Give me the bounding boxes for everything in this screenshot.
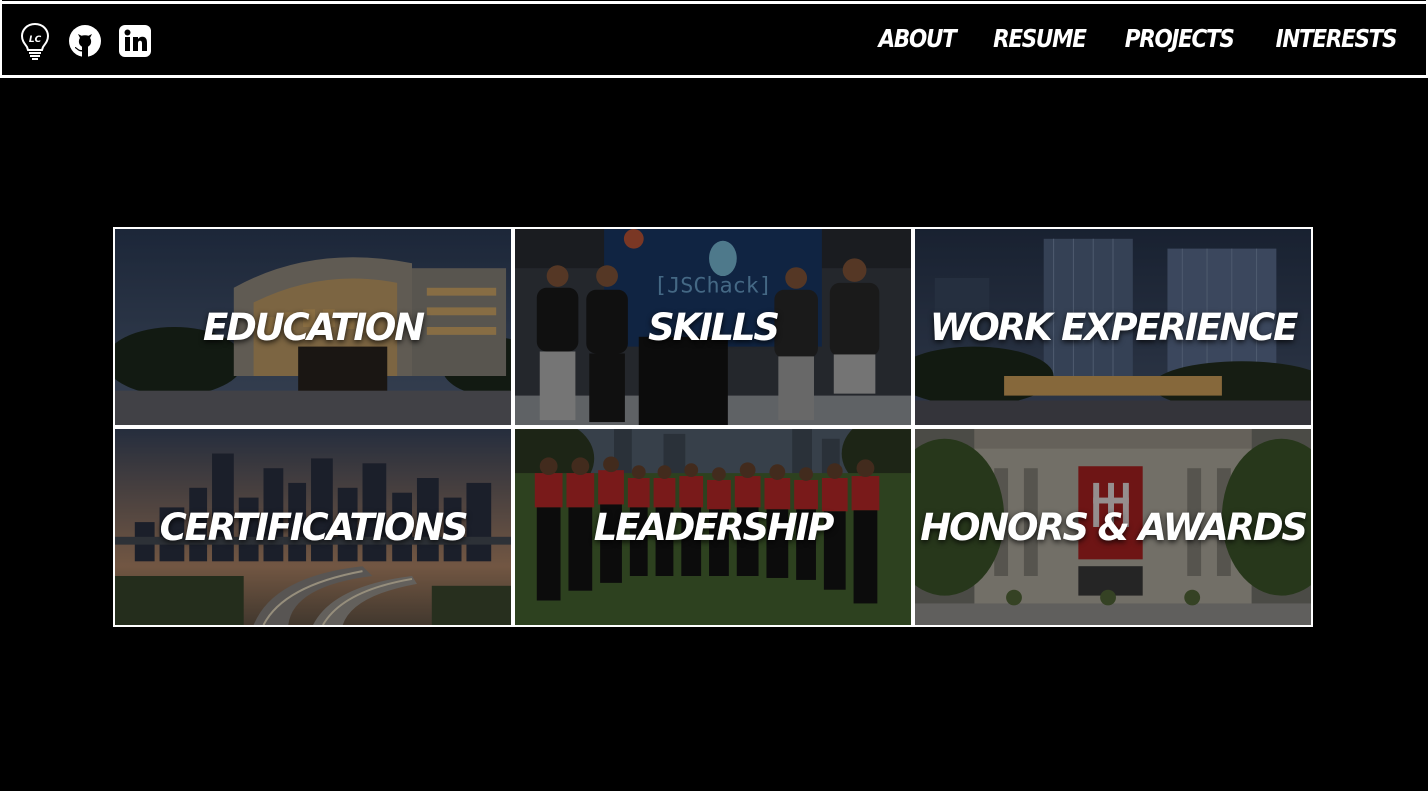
nav-resume-link[interactable]: RESUME — [993, 24, 1087, 53]
certifications-tile[interactable]: CERTIFICATIONS — [113, 427, 513, 627]
logo-initials: LC — [29, 35, 42, 45]
github-icon[interactable] — [67, 23, 103, 59]
nav-about-link[interactable]: ABOUT — [879, 24, 957, 53]
header: LC ABOUT RESUME PROJECTS INTERESTS — [0, 4, 1428, 75]
section-grid: EDUCATION [JSChack] SKILLS WORK EXPERIEN… — [113, 227, 1313, 627]
nav-projects-link[interactable]: PROJECTS — [1125, 24, 1235, 53]
skills-label: SKILLS — [648, 305, 780, 349]
work-experience-tile[interactable]: WORK EXPERIENCE — [913, 227, 1313, 427]
lc-lightbulb-logo-icon[interactable]: LC — [18, 21, 52, 61]
honors-awards-tile[interactable]: HONORS & AWARDS — [913, 427, 1313, 627]
education-tile[interactable]: EDUCATION — [113, 227, 513, 427]
main-nav: ABOUT RESUME PROJECTS INTERESTS — [844, 24, 1398, 53]
certifications-label: CERTIFICATIONS — [159, 505, 469, 549]
page: LC ABOUT RESUME PROJECTS INTERESTS EDUCA… — [0, 0, 1428, 791]
education-label: EDUCATION — [203, 305, 425, 349]
leadership-tile[interactable]: LEADERSHIP — [513, 427, 913, 627]
nav-interests-link[interactable]: INTERESTS — [1275, 24, 1397, 53]
work-experience-label: WORK EXPERIENCE — [929, 305, 1299, 349]
header-bottom-border — [0, 75, 1428, 78]
linkedin-icon[interactable] — [118, 24, 152, 58]
brand-icons: LC — [18, 19, 167, 63]
leadership-label: LEADERSHIP — [593, 505, 835, 549]
honors-awards-label: HONORS & AWARDS — [920, 505, 1308, 549]
page-left-border — [0, 0, 2, 78]
skills-tile[interactable]: [JSChack] SKILLS — [513, 227, 913, 427]
